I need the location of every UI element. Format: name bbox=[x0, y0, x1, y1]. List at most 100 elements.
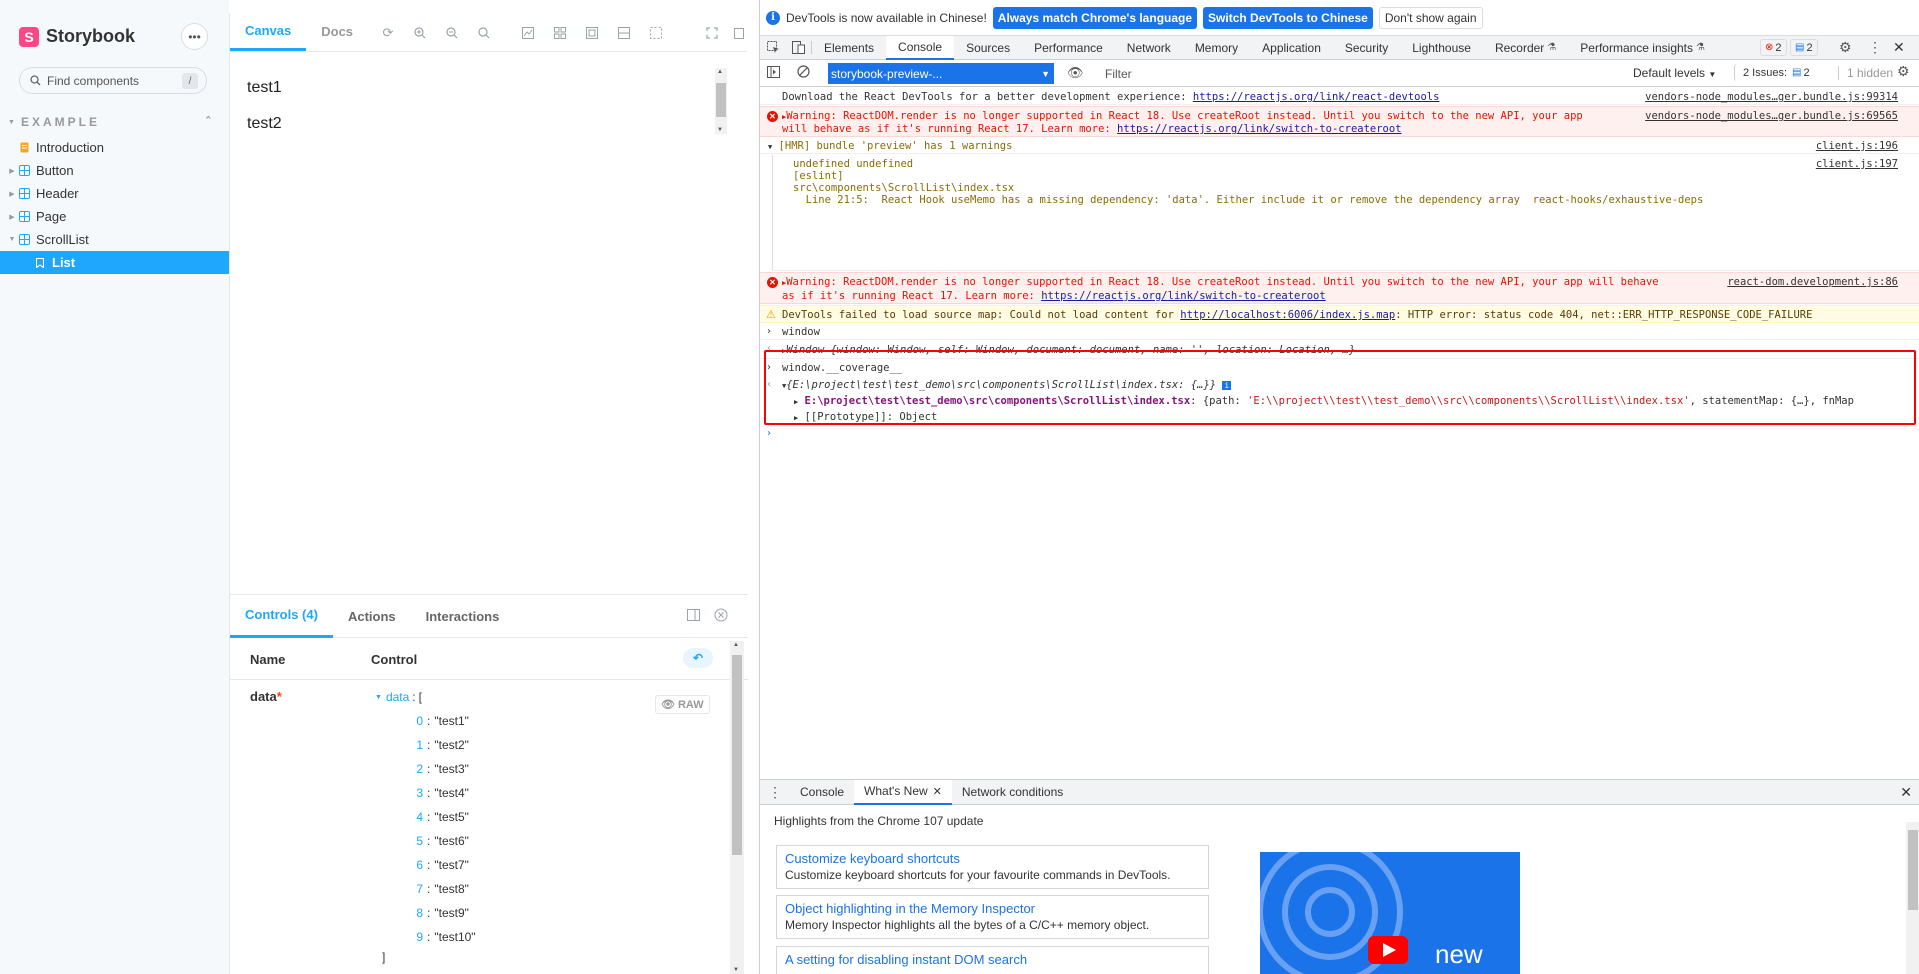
whats-new-video-thumbnail[interactable]: new bbox=[1260, 852, 1520, 974]
tab-recorder[interactable]: Recorder ⚗ bbox=[1483, 36, 1568, 60]
json-root-row[interactable]: ▼ data : [ bbox=[375, 689, 476, 705]
scrollbar-thumb[interactable] bbox=[716, 83, 726, 117]
reset-controls-button[interactable]: ↶ bbox=[683, 648, 713, 668]
settings-icon[interactable]: ⚙ bbox=[1839, 39, 1852, 56]
inspect-element-icon[interactable] bbox=[760, 41, 786, 54]
json-item-value[interactable]: "test7" bbox=[434, 858, 469, 872]
background-icon[interactable] bbox=[520, 25, 536, 41]
tab-network[interactable]: Network bbox=[1115, 36, 1183, 60]
json-item-value[interactable]: "test5" bbox=[434, 810, 469, 824]
drawer-tab-console[interactable]: Console bbox=[790, 780, 854, 805]
json-item-value[interactable]: "test8" bbox=[434, 882, 469, 896]
addon-scrollbar[interactable]: ▲ ▼ bbox=[730, 641, 744, 974]
new-tab-icon[interactable] bbox=[732, 25, 748, 41]
scroll-down-icon[interactable]: ▼ bbox=[733, 967, 739, 973]
tab-sources[interactable]: Sources bbox=[954, 36, 1022, 60]
json-array-item[interactable]: 7 : "test8" bbox=[401, 877, 476, 901]
tab-interactions[interactable]: Interactions bbox=[411, 595, 515, 638]
caret-down-icon[interactable]: ▼ bbox=[375, 694, 382, 701]
scrollbar-thumb[interactable] bbox=[1908, 830, 1918, 910]
createroot-link[interactable]: https://reactjs.org/link/switch-to-creat… bbox=[1117, 123, 1401, 135]
message-source-link[interactable]: react-dom.development.js:86 bbox=[1727, 276, 1898, 288]
tab-application[interactable]: Application bbox=[1250, 36, 1333, 60]
json-item-value[interactable]: "test9" bbox=[434, 906, 469, 920]
dont-show-again-button[interactable]: Don't show again bbox=[1378, 6, 1483, 29]
json-array-item[interactable]: 8 : "test9" bbox=[401, 901, 476, 925]
json-array-item[interactable]: 6 : "test7" bbox=[401, 853, 476, 877]
close-tab-icon[interactable]: ✕ bbox=[933, 785, 942, 798]
drawer-scrollbar[interactable] bbox=[1906, 822, 1919, 974]
zoom-reset-icon[interactable] bbox=[476, 25, 492, 41]
viewport-icon[interactable] bbox=[584, 25, 600, 41]
whats-new-card[interactable]: Object highlighting in the Memory Inspec… bbox=[776, 895, 1209, 939]
message-count-badge[interactable]: ▤ 2 bbox=[1790, 39, 1818, 56]
outline-icon[interactable] bbox=[648, 25, 664, 41]
issues-button[interactable]: 2 Issues: ▤ 2 bbox=[1734, 64, 1814, 81]
sidebar-item-scrolllist[interactable]: ▼ ScrollList bbox=[0, 228, 229, 251]
json-array-item[interactable]: 5 : "test6" bbox=[401, 829, 476, 853]
tab-canvas[interactable]: Canvas bbox=[230, 12, 307, 51]
close-devtools-icon[interactable]: ✕ bbox=[1893, 39, 1905, 56]
search-input[interactable] bbox=[47, 73, 177, 88]
react-devtools-link[interactable]: https://reactjs.org/link/react-devtools bbox=[1193, 91, 1440, 103]
tab-actions[interactable]: Actions bbox=[333, 595, 411, 638]
createroot-link[interactable]: https://reactjs.org/link/switch-to-creat… bbox=[1041, 290, 1325, 302]
drawer-tab-whats-new[interactable]: What's New ✕ bbox=[854, 779, 952, 805]
source-map-link[interactable]: http://localhost:6006/index.js.map bbox=[1180, 309, 1395, 321]
context-selector[interactable]: storybook-preview-... ▼ bbox=[828, 63, 1054, 84]
more-options-icon[interactable]: ⋮ bbox=[1868, 39, 1882, 56]
tab-memory[interactable]: Memory bbox=[1183, 36, 1250, 60]
json-array-item[interactable]: 0 : "test1" bbox=[401, 709, 476, 733]
console-settings-icon[interactable]: ⚙ bbox=[1897, 63, 1910, 80]
json-item-value[interactable]: "test10" bbox=[434, 930, 475, 944]
json-item-value[interactable]: "test1" bbox=[434, 714, 469, 728]
raw-toggle-button[interactable]: 👁 RAW bbox=[655, 695, 710, 714]
expand-collapse-icon[interactable]: ⌃ bbox=[204, 114, 213, 127]
json-array-item[interactable]: 1 : "test2" bbox=[401, 733, 476, 757]
tab-console[interactable]: Console bbox=[886, 35, 955, 60]
measure-icon[interactable] bbox=[616, 25, 632, 41]
json-editor[interactable]: ▼ data : [ 0 : "test1" 1 : "test2" 2 : "te… bbox=[375, 689, 476, 965]
tab-lighthouse[interactable]: Lighthouse bbox=[1400, 36, 1483, 60]
device-toolbar-icon[interactable] bbox=[786, 41, 812, 54]
scroll-up-icon[interactable]: ▲ bbox=[733, 642, 739, 648]
switch-language-button[interactable]: Switch DevTools to Chinese bbox=[1203, 6, 1373, 29]
component-search[interactable]: / bbox=[19, 67, 207, 94]
json-item-value[interactable]: "test6" bbox=[434, 834, 469, 848]
tab-performance-insights[interactable]: Performance insights ⚗ bbox=[1568, 36, 1717, 60]
message-source-link[interactable]: client.js:196 bbox=[1816, 140, 1898, 152]
grid-icon[interactable] bbox=[552, 25, 568, 41]
log-levels-dropdown[interactable]: Default levels ▼ bbox=[1633, 66, 1716, 80]
sidebar-item-page[interactable]: ▶ Page bbox=[0, 205, 229, 228]
tab-docs[interactable]: Docs bbox=[306, 12, 368, 51]
scrollbar-thumb[interactable] bbox=[732, 655, 742, 855]
panel-orientation-icon[interactable] bbox=[687, 609, 700, 624]
close-panel-icon[interactable] bbox=[714, 608, 728, 625]
json-array-item[interactable]: 9 : "test10" bbox=[401, 925, 475, 949]
sidebar-item-button[interactable]: ▶ Button bbox=[0, 159, 229, 182]
sidebar-item-introduction[interactable]: Introduction bbox=[0, 136, 229, 159]
console-prompt-icon[interactable]: › bbox=[767, 428, 771, 439]
drawer-tab-network-conditions[interactable]: Network conditions bbox=[952, 780, 1073, 805]
message-source-link[interactable]: vendors-node_modules…ger.bundle.js:99314 bbox=[1645, 91, 1898, 103]
json-array-item[interactable]: 2 : "test3" bbox=[401, 757, 476, 781]
card-title[interactable]: Customize keyboard shortcuts bbox=[785, 851, 1200, 866]
match-language-button[interactable]: Always match Chrome's language bbox=[992, 6, 1198, 29]
error-count-badge[interactable]: ⊗ 2 bbox=[1760, 39, 1787, 56]
sidebar-toggle-icon[interactable] bbox=[767, 66, 780, 81]
storybook-logo[interactable]: S Storybook bbox=[19, 26, 135, 47]
console-filter-input[interactable] bbox=[1105, 64, 1625, 83]
json-item-value[interactable]: "test4" bbox=[434, 786, 469, 800]
tab-elements[interactable]: Elements bbox=[812, 36, 886, 60]
scroll-down-icon[interactable]: ▼ bbox=[717, 127, 723, 133]
card-title[interactable]: A setting for disabling instant DOM sear… bbox=[785, 952, 1200, 967]
live-expression-eye-icon[interactable]: 👁 bbox=[1067, 65, 1084, 81]
reload-icon[interactable]: ⟳ bbox=[380, 25, 396, 41]
sidebar-menu-button[interactable]: ••• bbox=[181, 23, 208, 50]
message-source-link[interactable]: vendors-node_modules…ger.bundle.js:69565 bbox=[1645, 110, 1898, 122]
zoom-in-icon[interactable] bbox=[412, 25, 428, 41]
whats-new-card[interactable]: Customize keyboard shortcuts Customize k… bbox=[776, 845, 1209, 889]
card-title[interactable]: Object highlighting in the Memory Inspec… bbox=[785, 901, 1200, 916]
sidebar-item-header[interactable]: ▶ Header bbox=[0, 182, 229, 205]
json-array-item[interactable]: 4 : "test5" bbox=[401, 805, 476, 829]
